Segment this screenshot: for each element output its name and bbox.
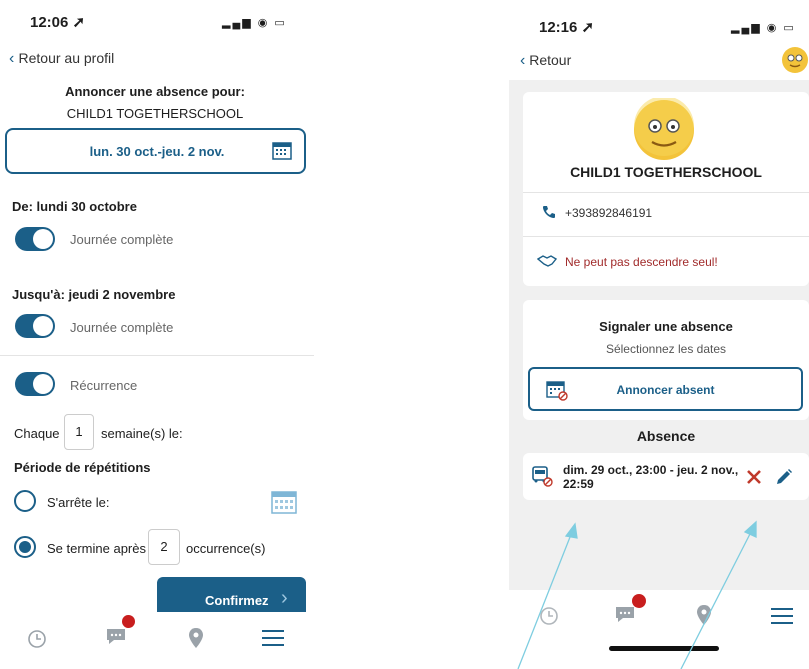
annotation-arrow <box>517 531 573 669</box>
annotation-arrow <box>680 529 753 669</box>
annotation-arrows <box>517 520 757 669</box>
